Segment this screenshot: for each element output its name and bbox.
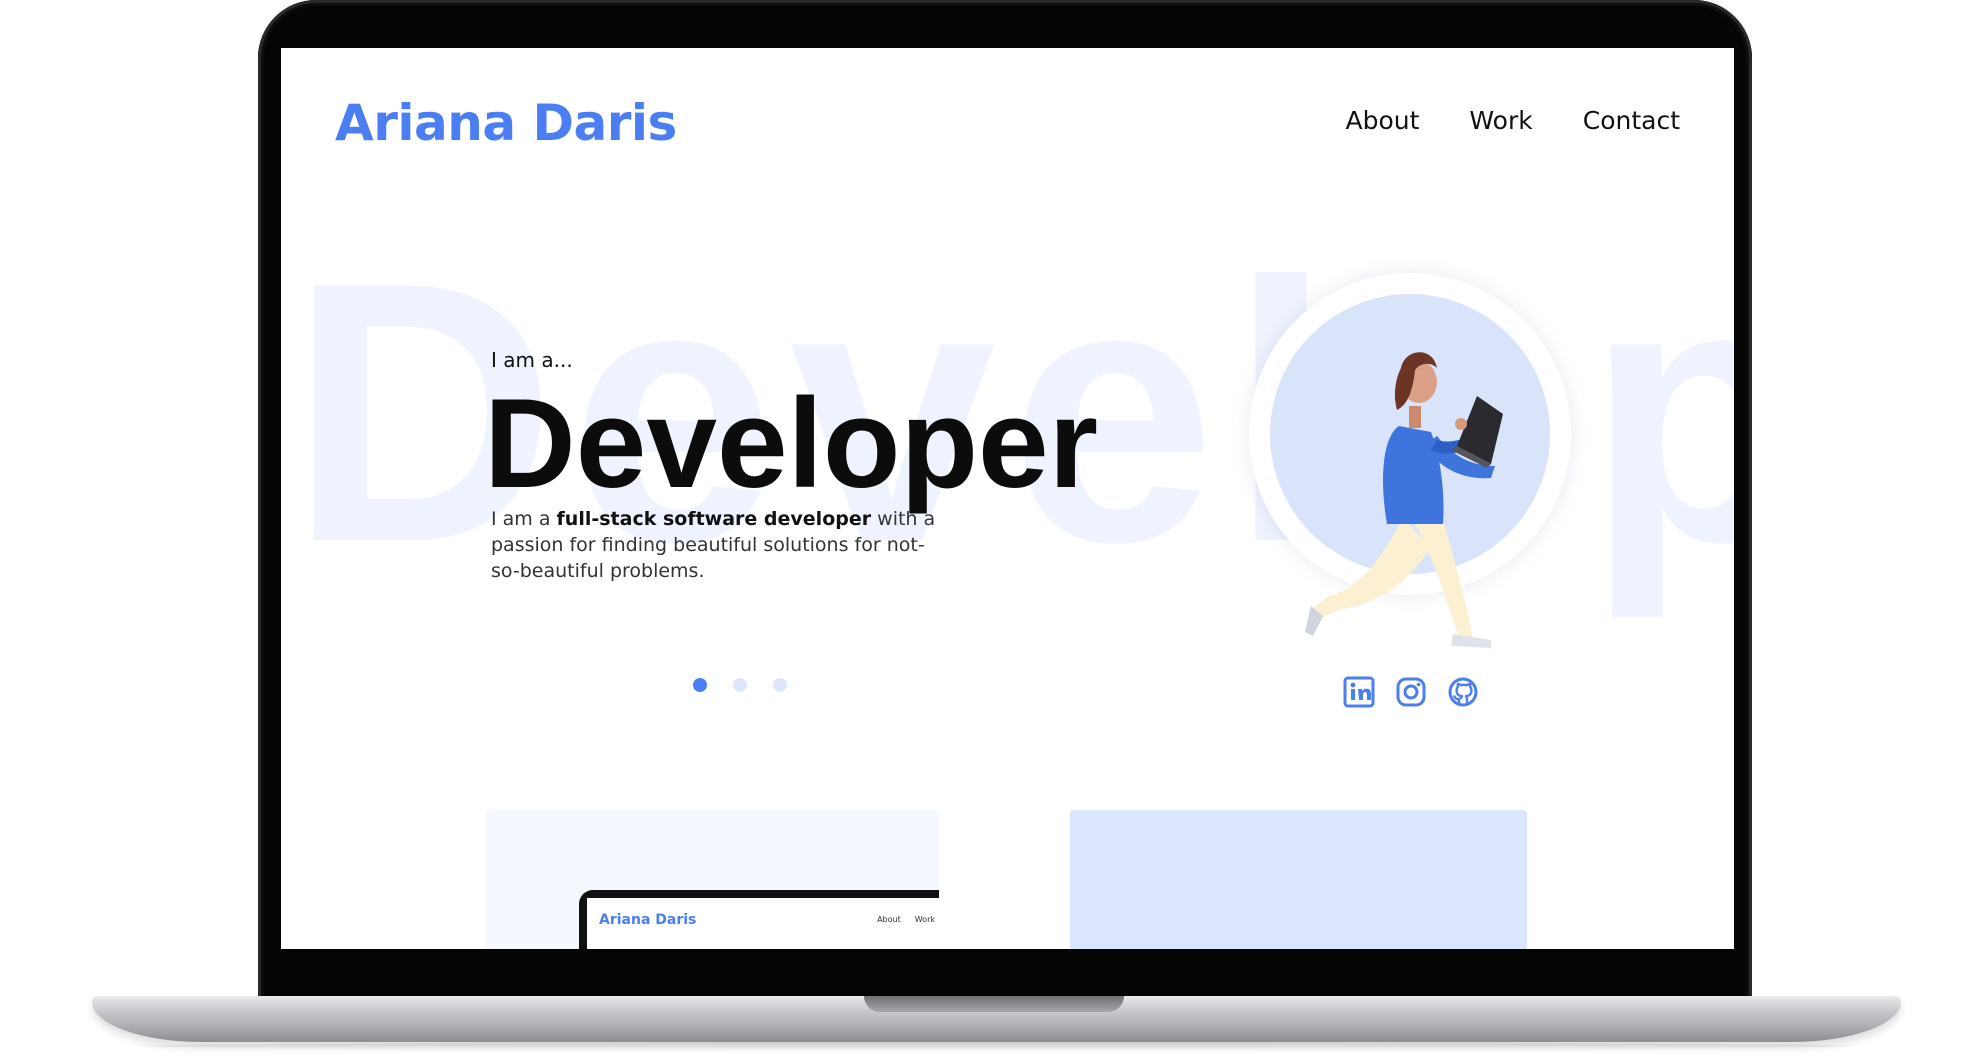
laptop-notch xyxy=(864,996,1124,1012)
hero-role: Developer xyxy=(484,372,1099,514)
hero-description-bold: full-stack software developer xyxy=(556,508,872,530)
developer-illustration xyxy=(1305,352,1503,648)
linkedin-icon[interactable] xyxy=(1343,676,1375,708)
carousel-dot-3[interactable] xyxy=(773,678,787,692)
hero-description-before: I am a xyxy=(491,508,557,530)
nav-link-work[interactable]: Work xyxy=(1469,106,1532,135)
preview-nav-work: Work xyxy=(914,915,935,924)
preview-nav-about: About xyxy=(877,915,901,924)
work-card-1-laptop-preview: Ariana Daris About Work xyxy=(579,890,939,949)
nav-link-contact[interactable]: Contact xyxy=(1583,106,1680,135)
work-card-2[interactable] xyxy=(1070,810,1527,949)
hero-lede: I am a... xyxy=(491,348,573,372)
carousel-dots xyxy=(693,678,787,692)
preview-nav: About Work xyxy=(877,915,935,924)
carousel-dot-1[interactable] xyxy=(693,678,707,692)
github-icon[interactable] xyxy=(1447,676,1479,708)
site-brand[interactable]: Ariana Daris xyxy=(335,94,677,152)
work-card-1-preview-screen: Ariana Daris About Work xyxy=(587,898,939,949)
instagram-icon[interactable] xyxy=(1395,676,1427,708)
social-links xyxy=(1343,676,1479,708)
carousel-dot-2[interactable] xyxy=(733,678,747,692)
main-nav: About Work Contact xyxy=(1346,106,1681,135)
laptop-screen: Develop Ariana Daris About Work Contact … xyxy=(281,48,1734,949)
nav-link-about[interactable]: About xyxy=(1346,106,1420,135)
preview-brand: Ariana Daris xyxy=(599,912,697,928)
hero-description: I am a full-stack software developer wit… xyxy=(491,506,946,584)
laptop-shadow xyxy=(140,1042,1853,1050)
